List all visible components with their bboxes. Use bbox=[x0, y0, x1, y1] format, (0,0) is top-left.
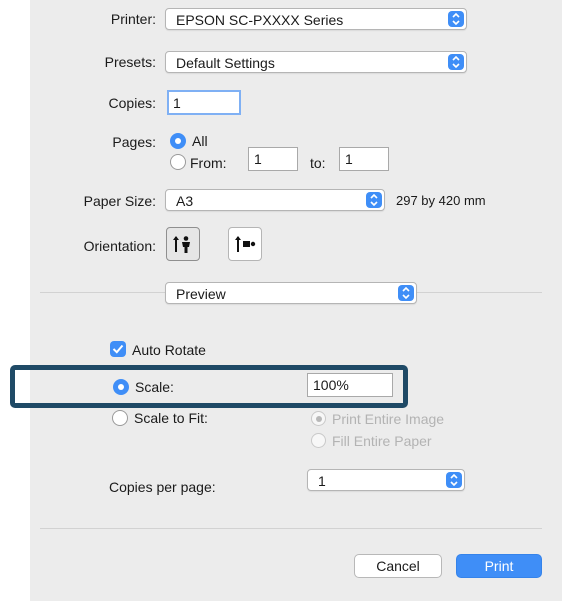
print-entire-image-radio[interactable] bbox=[311, 411, 326, 426]
popup-arrows-icon bbox=[366, 192, 382, 208]
presets-value: Default Settings bbox=[176, 55, 275, 71]
presets-popup[interactable]: Default Settings bbox=[165, 51, 467, 73]
auto-rotate-checkbox[interactable] bbox=[110, 341, 126, 357]
pages-from-input[interactable]: 1 bbox=[248, 147, 298, 171]
landscape-button[interactable] bbox=[228, 227, 262, 261]
fill-entire-paper-label: Fill Entire Paper bbox=[332, 433, 432, 449]
pages-to-input[interactable]: 1 bbox=[339, 147, 389, 171]
popup-arrows-icon bbox=[448, 11, 464, 27]
pages-all-radio[interactable] bbox=[170, 133, 186, 149]
printer-label: Printer: bbox=[110, 11, 156, 27]
section-popup[interactable]: Preview bbox=[165, 282, 417, 304]
copies-input[interactable]: 1 bbox=[167, 90, 241, 115]
pages-from-radio[interactable] bbox=[170, 154, 186, 170]
section-value: Preview bbox=[176, 286, 226, 302]
copies-value: 1 bbox=[173, 95, 181, 111]
paper-size-value: A3 bbox=[176, 193, 194, 209]
auto-rotate-label: Auto Rotate bbox=[132, 342, 206, 358]
popup-arrows-icon bbox=[446, 472, 462, 488]
print-button[interactable]: Print bbox=[456, 554, 542, 578]
pages-all-label: All bbox=[192, 133, 208, 149]
popup-arrows-icon bbox=[398, 285, 414, 301]
pages-from-value: 1 bbox=[254, 151, 262, 167]
copies-per-page-label: Copies per page: bbox=[109, 479, 216, 495]
popup-arrows-icon bbox=[448, 54, 464, 70]
highlight-box bbox=[10, 365, 408, 408]
portrait-button[interactable] bbox=[166, 227, 200, 261]
scale-to-fit-label: Scale to Fit: bbox=[134, 410, 208, 426]
pages-to-label: to: bbox=[310, 155, 326, 171]
presets-label: Presets: bbox=[104, 54, 156, 70]
checkmark-icon bbox=[112, 344, 124, 354]
landscape-icon bbox=[235, 236, 256, 252]
separator bbox=[40, 528, 542, 529]
pages-from-label: From: bbox=[190, 155, 227, 171]
orientation-label: Orientation: bbox=[83, 238, 156, 254]
paper-size-dimensions: 297 by 420 mm bbox=[396, 193, 486, 208]
copies-label: Copies: bbox=[108, 95, 156, 111]
portrait-icon bbox=[173, 236, 190, 253]
printer-popup[interactable]: EPSON SC-PXXXX Series bbox=[165, 8, 467, 30]
scale-to-fit-radio[interactable] bbox=[112, 410, 128, 426]
pages-label: Pages: bbox=[112, 134, 156, 150]
copies-per-page-value: 1 bbox=[318, 473, 326, 489]
paper-size-label: Paper Size: bbox=[83, 193, 156, 209]
printer-value: EPSON SC-PXXXX Series bbox=[176, 12, 344, 28]
paper-size-popup[interactable]: A3 bbox=[165, 189, 385, 211]
pages-to-value: 1 bbox=[345, 151, 353, 167]
copies-per-page-popup[interactable]: 1 bbox=[307, 469, 465, 491]
fill-entire-paper-radio[interactable] bbox=[311, 433, 326, 448]
print-entire-image-label: Print Entire Image bbox=[332, 411, 445, 427]
cancel-button[interactable]: Cancel bbox=[354, 554, 442, 578]
